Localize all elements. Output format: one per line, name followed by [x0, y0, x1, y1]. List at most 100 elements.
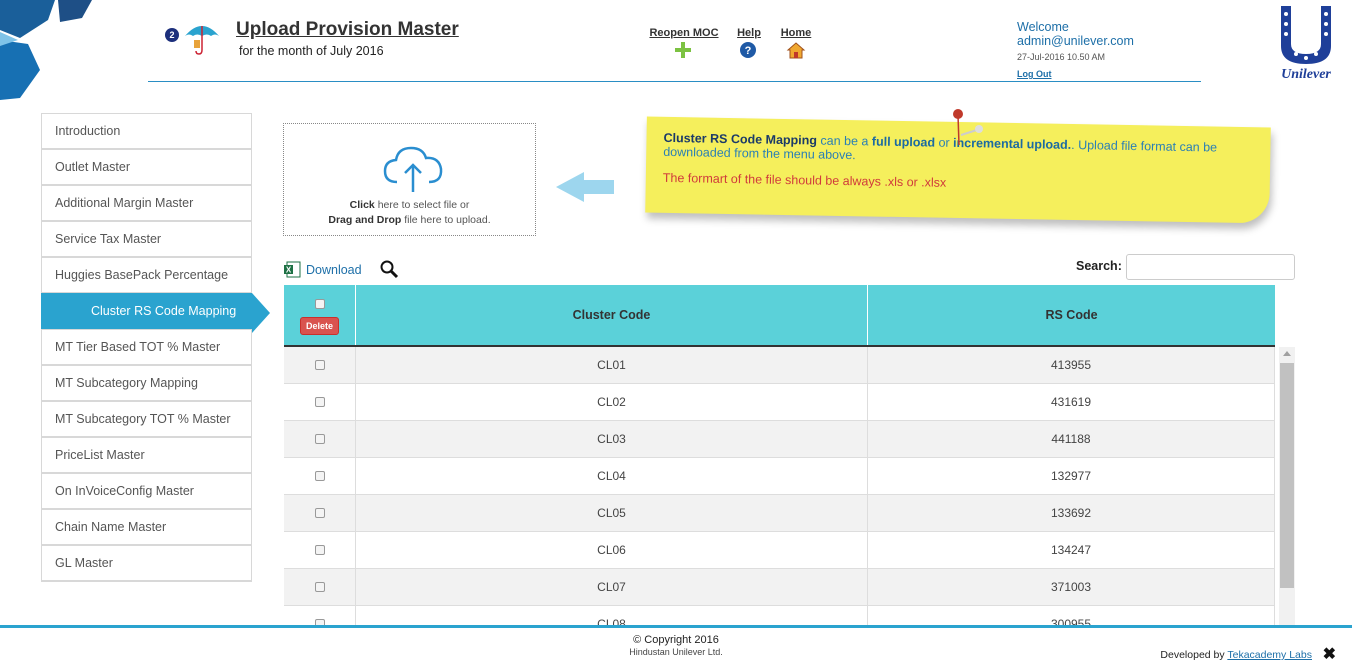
- welcome-label: Welcome: [1017, 20, 1069, 34]
- delete-button[interactable]: Delete: [299, 317, 339, 335]
- row-checkbox[interactable]: [314, 360, 325, 370]
- row-checkbox-cell: [284, 569, 356, 605]
- cluster-code-cell: CL05: [356, 495, 868, 531]
- sidebar-item-gl-master[interactable]: GL Master: [41, 545, 252, 582]
- home-icon[interactable]: [786, 41, 806, 59]
- rs-code-cell: 132977: [868, 458, 1275, 494]
- table-row: CL08 300955: [284, 606, 1275, 625]
- company-name: Hindustan Unilever Ltd.: [629, 647, 723, 657]
- table-row: CL06 134247: [284, 532, 1275, 569]
- close-icon[interactable]: ✖: [1323, 644, 1336, 664]
- help-icon[interactable]: ?: [740, 42, 756, 58]
- upload-instruction-1: Click here to select file or: [349, 199, 470, 211]
- sidebar-item-additional-margin-master[interactable]: Additional Margin Master: [41, 185, 252, 222]
- sidebar-item-huggies-basepack-percentage[interactable]: Huggies BasePack Percentage: [41, 257, 252, 294]
- row-checkbox[interactable]: [314, 471, 325, 481]
- row-checkbox[interactable]: [314, 508, 325, 518]
- row-checkbox[interactable]: [314, 434, 325, 444]
- sidebar-item-introduction[interactable]: Introduction: [41, 113, 252, 150]
- table-row: CL02 431619: [284, 384, 1275, 421]
- cluster-code-cell: CL03: [356, 421, 868, 457]
- table-scrollbar[interactable]: [1279, 347, 1295, 625]
- svg-text:X: X: [286, 266, 292, 275]
- format-warning: The formart of the file should be always…: [662, 170, 947, 190]
- svg-text:Unilever: Unilever: [1281, 67, 1331, 82]
- sidebar-item-mt-subcategory-tot-master[interactable]: MT Subcategory TOT % Master: [41, 401, 252, 438]
- copyright-block: © Copyright 2016 Hindustan Unilever Ltd.: [0, 634, 1352, 657]
- user-email: admin@unilever.com: [1017, 34, 1134, 48]
- download-link[interactable]: X Download: [284, 261, 362, 278]
- row-checkbox-cell: [284, 384, 356, 420]
- row-checkbox-cell: [284, 495, 356, 531]
- unilever-logo: Unilever: [1281, 6, 1331, 82]
- svg-text:?: ?: [745, 45, 752, 57]
- rs-code-cell: 441188: [868, 421, 1275, 457]
- rs-code-cell: 133692: [868, 495, 1275, 531]
- row-checkbox-cell: [284, 532, 356, 568]
- table-header: Delete Cluster Code RS Code: [284, 285, 1275, 347]
- cluster-code-cell: CL07: [356, 569, 868, 605]
- cluster-code-cell: CL01: [356, 347, 868, 383]
- row-checkbox-cell: [284, 347, 356, 383]
- table-row: CL01 413955: [284, 347, 1275, 384]
- table-row: CL07 371003: [284, 569, 1275, 606]
- arrow-left-icon: [556, 172, 614, 202]
- sidebar-item-service-tax-master[interactable]: Service Tax Master: [41, 221, 252, 258]
- sidebar-item-outlet-master[interactable]: Outlet Master: [41, 149, 252, 186]
- login-timestamp: 27-Jul-2016 10.50 AM: [1017, 52, 1106, 62]
- row-checkbox[interactable]: [314, 397, 325, 407]
- notification-badge[interactable]: 2: [165, 28, 179, 42]
- rs-code-cell: 300955: [868, 606, 1275, 625]
- reopen-moc-link[interactable]: Reopen MOC: [649, 27, 719, 39]
- upload-dropzone[interactable]: Click here to select file or Drag and Dr…: [283, 123, 536, 236]
- row-checkbox[interactable]: [314, 545, 325, 555]
- sidebar-item-cluster-rs-code-mapping[interactable]: Cluster RS Code Mapping: [41, 293, 270, 333]
- cluster-code-cell: CL02: [356, 384, 868, 420]
- column-header-cluster-code[interactable]: Cluster Code: [356, 285, 868, 345]
- row-checkbox-cell: [284, 606, 356, 625]
- developer-link[interactable]: Tekacademy Labs: [1227, 649, 1312, 661]
- sidebar-item-on-invoiceconfig-master[interactable]: On InVoiceConfig Master: [41, 473, 252, 510]
- table-row: CL05 133692: [284, 495, 1275, 532]
- search-icon[interactable]: [379, 259, 399, 279]
- row-checkbox[interactable]: [314, 582, 325, 592]
- select-all-checkbox[interactable]: [314, 299, 325, 309]
- cluster-code-cell: CL08: [356, 606, 868, 625]
- cloud-upload-icon: [383, 146, 443, 192]
- column-header-rs-code[interactable]: RS Code: [868, 285, 1275, 345]
- plus-icon[interactable]: [675, 42, 691, 58]
- scroll-up-arrow[interactable]: [1283, 351, 1291, 356]
- home-link[interactable]: Home: [779, 27, 813, 39]
- row-checkbox-cell: [284, 458, 356, 494]
- header: 2 Upload Provision Master for the month …: [148, 0, 1201, 82]
- table-row: CL04 132977: [284, 458, 1275, 495]
- search-label: Search:: [1076, 259, 1122, 273]
- table-body: CL01 413955 CL02 431619 CL03 441188 CL04 132977…: [284, 347, 1275, 625]
- data-table: Delete Cluster Code RS Code CL01 413955 CL…: [284, 285, 1295, 625]
- page-title: Upload Provision Master: [236, 19, 459, 40]
- sidebar: Introduction Outlet Master Additional Marg…: [41, 113, 270, 582]
- developed-by: Developed by Tekacademy Labs: [1160, 649, 1312, 661]
- rs-code-cell: 431619: [868, 384, 1275, 420]
- download-label[interactable]: Download: [306, 263, 362, 277]
- rs-code-cell: 413955: [868, 347, 1275, 383]
- sidebar-item-mt-tier-based-tot-master[interactable]: MT Tier Based TOT % Master: [41, 329, 252, 366]
- upload-instruction-2: Drag and Drop file here to upload.: [328, 214, 491, 226]
- sidebar-item-pricelist-master[interactable]: PriceList Master: [41, 437, 252, 474]
- cluster-code-cell: CL06: [356, 532, 868, 568]
- copyright-text: © Copyright 2016: [633, 634, 719, 646]
- cluster-code-cell: CL04: [356, 458, 868, 494]
- rs-code-cell: 371003: [868, 569, 1275, 605]
- page-subtitle: for the month of July 2016: [239, 44, 384, 58]
- logout-link[interactable]: Log Out: [1017, 67, 1052, 81]
- scroll-thumb[interactable]: [1280, 363, 1294, 588]
- corner-decoration: [0, 0, 92, 100]
- rs-code-cell: 134247: [868, 532, 1275, 568]
- sidebar-item-mt-subcategory-mapping[interactable]: MT Subcategory Mapping: [41, 365, 252, 402]
- search-input[interactable]: [1126, 254, 1295, 280]
- welcome-block: Welcome admin@unilever.com 27-Jul-2016 1…: [1017, 20, 1134, 81]
- pushpin-icon: [953, 109, 983, 146]
- excel-icon: X: [284, 261, 301, 278]
- sidebar-item-chain-name-master[interactable]: Chain Name Master: [41, 509, 252, 546]
- help-link[interactable]: Help: [734, 27, 764, 39]
